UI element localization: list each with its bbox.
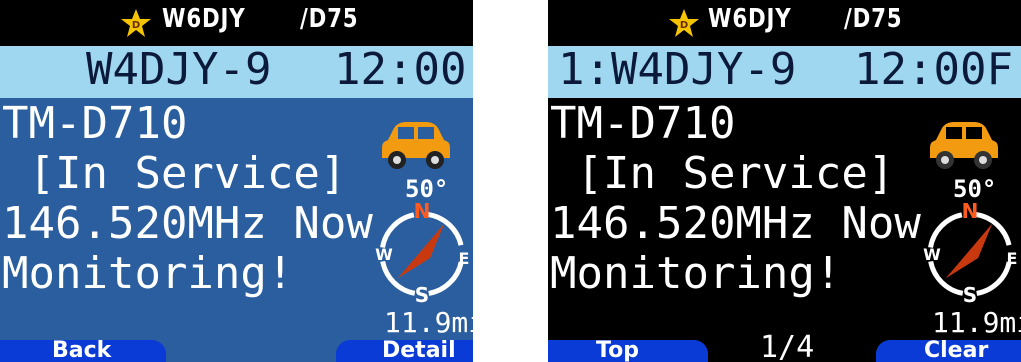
svg-text:D: D [680, 20, 688, 31]
clear-softkey[interactable]: Clear [876, 340, 1021, 362]
my-callsign: W6DJY [708, 4, 792, 34]
compass-icon: N S W E [375, 199, 470, 307]
header-bar: D W6DJY /D75 [0, 0, 473, 46]
path-label: /D75 [300, 4, 359, 34]
status-line-4: Monitoring! [550, 248, 842, 299]
station-bar: W4DJY-9 12:00 [0, 44, 473, 98]
compass-n: N [962, 199, 979, 223]
page-indicator: 1/4 [760, 330, 815, 362]
compass-icon: N S W E [923, 199, 1018, 307]
compass-w: W [375, 245, 393, 264]
status-line-1: TM-D710 [550, 98, 736, 149]
path-label: /D75 [844, 4, 903, 34]
status-line-4: Monitoring! [2, 248, 294, 299]
status-line-3: 146.520MHz Now [550, 198, 921, 249]
station-detail-screen: D W6DJY /D75 W4DJY-9 12:00 TM-D710 [In S… [0, 0, 473, 362]
header-bar: D W6DJY /D75 [548, 0, 1021, 46]
status-line-2: [In Service] [2, 148, 347, 199]
my-callsign: W6DJY [162, 4, 246, 34]
station-callsign: W4DJY-9 [86, 44, 272, 95]
compass-n: N [414, 199, 431, 223]
compass-s: S [415, 283, 429, 307]
status-line-3: 146.520MHz Now [2, 198, 373, 249]
status-line-2: [In Service] [550, 148, 895, 199]
dstar-icon: D [669, 9, 699, 37]
station-list-screen: D W6DJY /D75 1:W4DJY-9 12:00F TM-D710 [I… [548, 0, 1021, 362]
distance-label: 11.9mi [384, 306, 473, 339]
top-softkey[interactable]: Top [548, 340, 708, 362]
compass-s: S [963, 283, 977, 307]
detail-softkey[interactable]: Detail [336, 340, 473, 362]
compass-e: E [459, 249, 470, 268]
compass-w: W [923, 245, 941, 264]
car-icon [930, 122, 998, 169]
compass-e: E [1007, 249, 1018, 268]
car-icon [382, 122, 450, 169]
dstar-icon: D [121, 9, 151, 37]
status-line-1: TM-D710 [2, 98, 188, 149]
station-time: 12:00F [854, 44, 1013, 95]
station-callsign: 1:W4DJY-9 [558, 44, 797, 95]
station-bar: 1:W4DJY-9 12:00F [548, 44, 1021, 98]
station-time: 12:00 [334, 44, 467, 95]
svg-text:D: D [132, 20, 140, 31]
distance-label: 11.9mi [932, 306, 1021, 339]
back-softkey[interactable]: Back [0, 340, 166, 362]
